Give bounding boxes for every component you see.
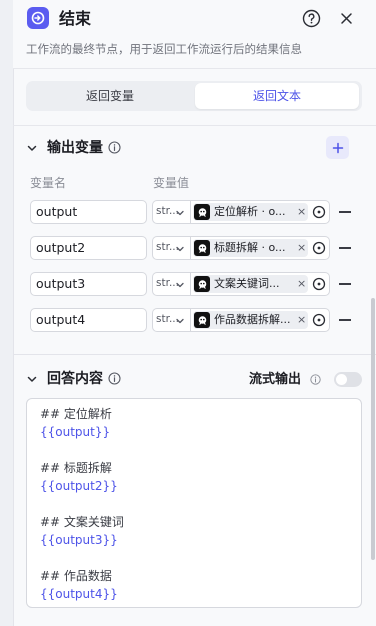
editor-variable: {{output2}}: [40, 479, 118, 493]
info-icon[interactable]: [310, 374, 321, 385]
variable-reference-field[interactable]: 文案关键词... ×: [190, 272, 330, 296]
stream-output-label: 流式输出: [249, 372, 302, 387]
variable-type-select[interactable]: str...: [152, 272, 190, 296]
remove-row-button[interactable]: [339, 211, 351, 213]
editor-line: ## 文案关键词: [40, 515, 124, 529]
chevron-down-icon: [176, 210, 184, 216]
variable-name-input[interactable]: output4: [30, 308, 147, 332]
remove-reference-icon[interactable]: ×: [297, 312, 306, 328]
stream-output-toggle[interactable]: [334, 372, 362, 387]
canvas-edge: [0, 0, 13, 626]
answer-section-title: 回答内容: [47, 371, 103, 387]
reference-chip: 文案关键词... ×: [193, 275, 308, 293]
answer-section-header[interactable]: 回答内容: [13, 368, 376, 392]
add-variable-button[interactable]: [326, 136, 349, 159]
variable-reference-field[interactable]: 定位解析 · o... ×: [190, 200, 330, 224]
toggle-knob: [336, 374, 347, 385]
help-icon[interactable]: [302, 9, 321, 28]
select-variable-icon[interactable]: [312, 277, 326, 291]
editor-line: ## 作品数据: [40, 569, 112, 583]
editor-variable: {{output3}}: [40, 533, 118, 547]
editor-variable: {{output}}: [40, 425, 111, 439]
end-node-icon: [27, 7, 49, 29]
reference-label: 标题拆解 · o...: [214, 241, 286, 254]
output-section-header[interactable]: 输出变量: [13, 137, 376, 161]
chevron-down-icon: [176, 282, 184, 288]
variable-name-input[interactable]: output: [30, 200, 147, 224]
chevron-down-icon[interactable]: [26, 373, 38, 385]
editor-variable: {{output4}}: [40, 587, 118, 601]
reference-label: 文案关键词...: [214, 277, 280, 290]
variable-type-select[interactable]: str...: [152, 200, 190, 224]
bot-icon: [194, 312, 210, 328]
remove-row-button[interactable]: [339, 319, 351, 321]
panel-scrollbar[interactable]: [371, 298, 375, 560]
tab-return-variables[interactable]: 返回变量: [28, 83, 192, 109]
bot-icon: [194, 240, 210, 256]
output-section-title: 输出变量: [47, 140, 103, 156]
editor-line: ## 定位解析: [40, 407, 112, 421]
select-variable-icon[interactable]: [312, 241, 326, 255]
reference-chip: 标题拆解 · o... ×: [193, 239, 308, 257]
tab-return-text[interactable]: 返回文本: [195, 83, 359, 109]
info-icon[interactable]: [108, 372, 121, 385]
variable-type-select[interactable]: str...: [152, 236, 190, 260]
variable-type-select[interactable]: str...: [152, 308, 190, 332]
answer-content-editor[interactable]: ## 定位解析 {{output}} ## 标题拆解 {{output2}} #…: [26, 398, 362, 608]
panel-header: 结束 工作流的最终节点，用于返回工作流运行后的结果信息: [13, 0, 376, 69]
editor-line: ## 标题拆解: [40, 461, 112, 475]
section-divider: [13, 354, 376, 355]
node-title[interactable]: 结束: [59, 8, 91, 30]
variable-name-input[interactable]: output2: [30, 236, 147, 260]
column-variable-name: 变量名: [30, 176, 67, 190]
plus-icon: [332, 142, 343, 153]
variable-reference-field[interactable]: 作品数据拆解... ×: [190, 308, 330, 332]
reference-label: 定位解析 · o...: [214, 205, 286, 218]
return-mode-tabs: 返回变量 返回文本: [26, 81, 362, 111]
return-mode-section: 返回变量 返回文本: [13, 70, 376, 126]
bot-icon: [194, 204, 210, 220]
bot-icon: [194, 276, 210, 292]
variable-reference-field[interactable]: 标题拆解 · o... ×: [190, 236, 330, 260]
remove-row-button[interactable]: [339, 247, 351, 249]
select-variable-icon[interactable]: [312, 313, 326, 327]
chevron-down-icon: [176, 246, 184, 252]
node-description: 工作流的最终节点，用于返回工作流运行后的结果信息: [26, 42, 302, 56]
remove-reference-icon[interactable]: ×: [297, 240, 306, 256]
variable-name-input[interactable]: output3: [30, 272, 147, 296]
remove-row-button[interactable]: [339, 283, 351, 285]
chevron-down-icon[interactable]: [26, 142, 38, 154]
remove-reference-icon[interactable]: ×: [297, 204, 306, 220]
select-variable-icon[interactable]: [312, 205, 326, 219]
reference-chip: 作品数据拆解... ×: [193, 311, 308, 329]
remove-reference-icon[interactable]: ×: [297, 276, 306, 292]
close-icon[interactable]: [337, 9, 356, 28]
chevron-down-icon: [176, 318, 184, 324]
column-variable-value: 变量值: [153, 176, 190, 190]
reference-chip: 定位解析 · o... ×: [193, 203, 308, 221]
info-icon[interactable]: [108, 141, 121, 154]
reference-label: 作品数据拆解...: [214, 313, 291, 326]
